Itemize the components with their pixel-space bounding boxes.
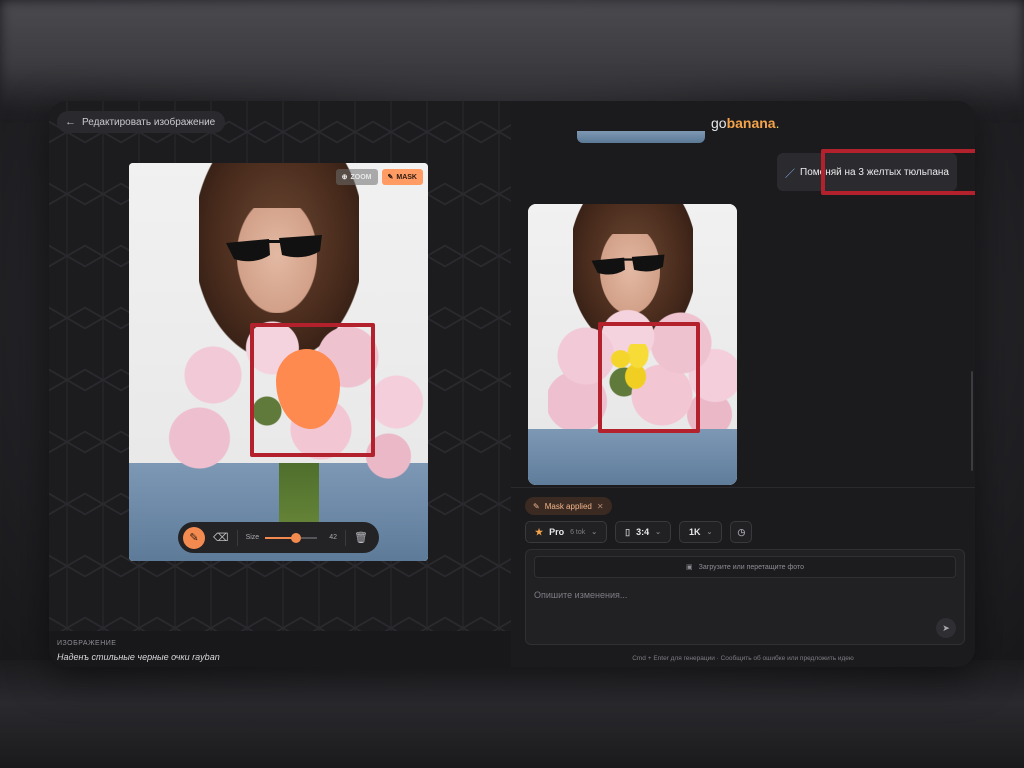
mask-chip-label: Mask applied [544,501,592,511]
source-image[interactable]: ⊕ ZOOM ✎ MASK [129,163,428,561]
previous-image-thumbnail[interactable] [577,131,705,143]
toolbar-divider [236,529,238,546]
trash-icon[interactable]: 🗑 [354,531,368,544]
mask-applied-chip[interactable]: ✎ Mask applied ✕ [525,497,612,515]
close-icon[interactable]: ✕ [597,502,604,511]
mask-button[interactable]: ✎ MASK [381,169,423,185]
upload-dropzone[interactable]: ▣ Загрузите или перетащите фото [534,556,956,578]
model-cost: 6 tok [570,528,586,536]
send-button[interactable]: ➤ [936,618,956,638]
brush-icon: ✎ [533,501,540,511]
caption-text: Наденъ стильные черные очки rayban [57,652,220,662]
resolution-select[interactable]: 1K ⌄ [679,521,723,543]
photo-sunglasses [591,254,665,275]
prompt-input[interactable]: Опишите изменения... [534,590,627,600]
size-label: Size [245,534,260,541]
chevron-down-icon: ⌄ [655,529,661,536]
logo-brand: banana [726,115,776,131]
brush-icon: ✎ [387,174,394,181]
size-value: 42 [329,534,337,541]
chevron-down-icon: ⌄ [706,529,713,536]
background-blur-top [0,0,1024,110]
highlight-box-result [598,322,700,433]
brush-tool-button[interactable]: ✎ [183,526,205,549]
chat-scrollbar[interactable] [971,371,973,471]
brush-icon: ✎ [189,532,199,544]
ratio-label: 3:4 [636,527,650,537]
prompt-composer: ▣ Загрузите или перетащите фото Опишите … [525,549,965,645]
photo-mode-buttons: ⊕ ZOOM ✎ MASK [335,169,423,185]
image-icon: ▣ [686,564,693,571]
editor-pane: ← Редактировать изображение ⊕ ZOOM ✎ MAS… [49,101,511,667]
upload-label: Загрузите или перетащите фото [698,563,804,571]
brush-toolbar: ✎ ⌫ Size 42 🗑 [178,522,379,553]
star-icon: ★ [535,526,544,537]
brush-size-slider[interactable] [265,532,318,543]
slider-knob[interactable] [291,532,302,543]
photo-sunglasses [226,235,322,262]
history-button[interactable]: ◷ [730,521,753,543]
back-button[interactable]: ← Редактировать изображение [57,111,226,133]
background-blur-bottom [0,660,1024,768]
app-window: ← Редактировать изображение ⊕ ZOOM ✎ MAS… [49,101,975,667]
mask-label: MASK [396,173,417,181]
logo-prefix: go [711,115,727,131]
zoom-label: ZOOM [350,173,372,181]
aspect-ratio-select[interactable]: ▯ 3:4 ⌄ [615,521,671,543]
eraser-icon[interactable]: ⌫ [213,531,229,544]
caption-label: ИЗОБРАЖЕНИЕ [57,640,117,647]
app-logo: gobanana. [711,115,779,131]
generation-options: ★ Pro 6 tok ⌄ ▯ 3:4 ⌄ 1K ⌄ ◷ [525,521,753,543]
footer-hint: Cmd + Enter для генерации · Сообщить об … [632,655,854,662]
highlight-box-message [821,149,975,195]
model-select[interactable]: ★ Pro 6 tok ⌄ [525,521,608,543]
composer-divider [511,487,975,488]
result-image[interactable] [528,204,737,485]
phone-icon: ▯ [625,526,631,537]
resolution-label: 1K [689,527,701,537]
pencil-icon: ／ [785,168,796,180]
chat-pane: gobanana. ／ Поменяй на 3 желтых тюльпана [511,101,975,667]
model-label: Pro [549,527,565,537]
arrow-left-icon: ← [65,116,76,128]
logo-dot: . [775,115,780,131]
back-label: Редактировать изображение [82,116,216,128]
chevron-down-icon: ⌄ [591,529,598,536]
highlight-box-mask [250,323,375,457]
zoom-icon: ⊕ [341,174,348,181]
clock-icon: ◷ [737,526,746,537]
zoom-button[interactable]: ⊕ ZOOM [335,169,378,185]
toolbar-divider [344,529,346,546]
send-icon: ➤ [942,622,950,633]
photo-jeans [528,429,737,485]
